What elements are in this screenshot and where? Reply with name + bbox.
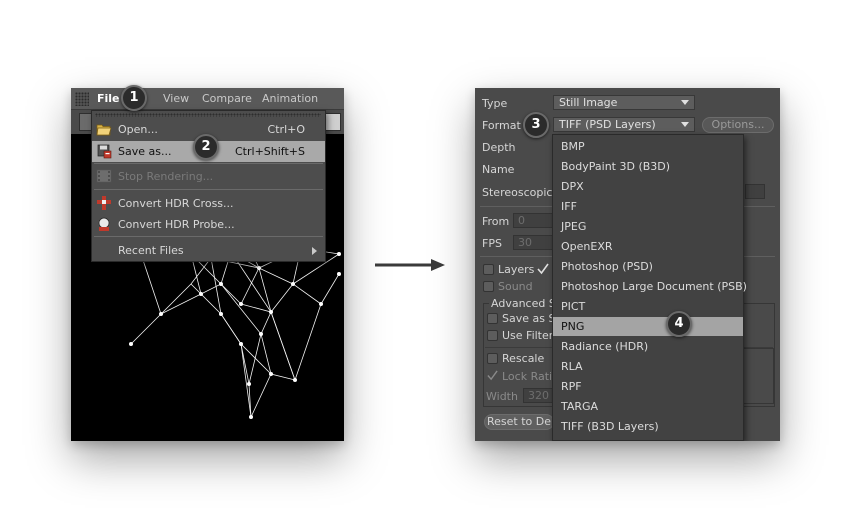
format-option-png[interactable]: PNG	[553, 317, 743, 336]
format-option-dpx[interactable]: DPX	[553, 177, 743, 196]
menubar: File View Compare Animation	[71, 88, 344, 110]
callout-step-2: 2	[193, 134, 219, 160]
sound-label: Sound	[498, 280, 533, 293]
checkmark-icon	[487, 370, 498, 381]
menu-tearoff-grip[interactable]	[95, 113, 321, 117]
format-option-openexr[interactable]: OpenEXR	[553, 237, 743, 256]
fps-input[interactable]: 30	[513, 235, 553, 250]
arrow-right-icon	[375, 259, 445, 271]
format-label: Format	[482, 119, 521, 132]
layers-label: Layers	[498, 263, 535, 276]
menu-grip-icon[interactable]	[75, 92, 89, 106]
depth-label: Depth	[482, 141, 516, 154]
menu-animation[interactable]: Animation	[262, 92, 318, 105]
hdr-probe-icon	[98, 217, 110, 231]
from-input[interactable]: 0	[513, 213, 553, 228]
hdr-cross-icon	[97, 196, 111, 210]
from-label: From	[482, 215, 510, 228]
fps-label: FPS	[482, 237, 502, 250]
stereoscopic-select[interactable]	[745, 184, 765, 199]
menu-file[interactable]: File	[97, 92, 120, 105]
menu-separator	[94, 163, 323, 164]
save-as-checkbox[interactable]	[487, 313, 498, 324]
name-label: Name	[482, 163, 515, 176]
menu-item-convert-hdr-cross[interactable]: Convert HDR Cross...	[92, 193, 325, 214]
format-dropdown-list: BMP BodyPaint 3D (B3D) DPX IFF JPEG Open…	[552, 134, 747, 441]
menu-item-stop-rendering[interactable]: Stop Rendering...	[92, 166, 325, 187]
width-label: Width	[486, 390, 518, 403]
format-option-pict[interactable]: PICT	[553, 297, 743, 316]
chevron-down-icon	[681, 122, 689, 127]
lock-ratio-label: Lock Ratio	[502, 370, 559, 383]
folder-open-icon	[96, 124, 112, 136]
use-filter-checkbox[interactable]	[487, 330, 498, 341]
film-stop-icon	[96, 169, 112, 183]
callout-step-4: 4	[666, 311, 692, 337]
chevron-down-icon	[681, 100, 689, 105]
menu-item-convert-hdr-probe[interactable]: Convert HDR Probe...	[92, 214, 325, 235]
callout-step-3: 3	[523, 112, 549, 138]
callout-step-1: 1	[121, 85, 147, 111]
layers-checkbox[interactable]	[483, 264, 494, 275]
render-settings-panel: Type Still Image Format TIFF (PSD Layers…	[475, 88, 780, 441]
format-option-b3d[interactable]: BodyPaint 3D (B3D)	[553, 157, 743, 176]
type-label: Type	[482, 97, 508, 110]
format-option-rpf[interactable]: RPF	[553, 377, 743, 396]
reset-to-default-button[interactable]: Reset to De	[484, 414, 554, 430]
menu-separator	[94, 236, 323, 237]
format-select[interactable]: TIFF (PSD Layers)	[553, 117, 695, 132]
sound-checkbox[interactable]	[483, 281, 494, 292]
menu-item-recent-files[interactable]: Recent Files	[92, 240, 325, 261]
type-select[interactable]: Still Image	[553, 95, 695, 110]
rescale-checkbox[interactable]	[487, 353, 498, 364]
format-option-hdr[interactable]: Radiance (HDR)	[553, 337, 743, 356]
rescale-label: Rescale	[502, 352, 545, 365]
format-option-psb[interactable]: Photoshop Large Document (PSB)	[553, 277, 747, 296]
checkmark-icon	[537, 263, 549, 275]
format-option-targa[interactable]: TARGA	[553, 397, 743, 416]
file-menu-dropdown: Open... Ctrl+O Save as... Ctrl+Shift+S S…	[91, 110, 326, 262]
stereoscopic-label: Stereoscopic	[482, 186, 553, 199]
preview-frame	[742, 348, 774, 404]
submenu-arrow-icon	[312, 247, 317, 255]
width-input[interactable]: 320	[523, 388, 553, 403]
floppy-save-icon	[97, 144, 112, 159]
menu-compare[interactable]: Compare	[202, 92, 252, 105]
format-option-psd[interactable]: Photoshop (PSD)	[553, 257, 743, 276]
menu-view[interactable]: View	[163, 92, 189, 105]
format-option-bmp[interactable]: BMP	[553, 137, 743, 156]
options-button[interactable]: Options...	[702, 117, 774, 133]
format-option-jpeg[interactable]: JPEG	[553, 217, 743, 236]
format-option-rla[interactable]: RLA	[553, 357, 743, 376]
format-option-iff[interactable]: IFF	[553, 197, 743, 216]
menu-separator	[94, 189, 323, 190]
use-filter-label: Use Filter	[502, 329, 554, 342]
format-option-tiff-b3d[interactable]: TIFF (B3D Layers)	[553, 417, 743, 436]
